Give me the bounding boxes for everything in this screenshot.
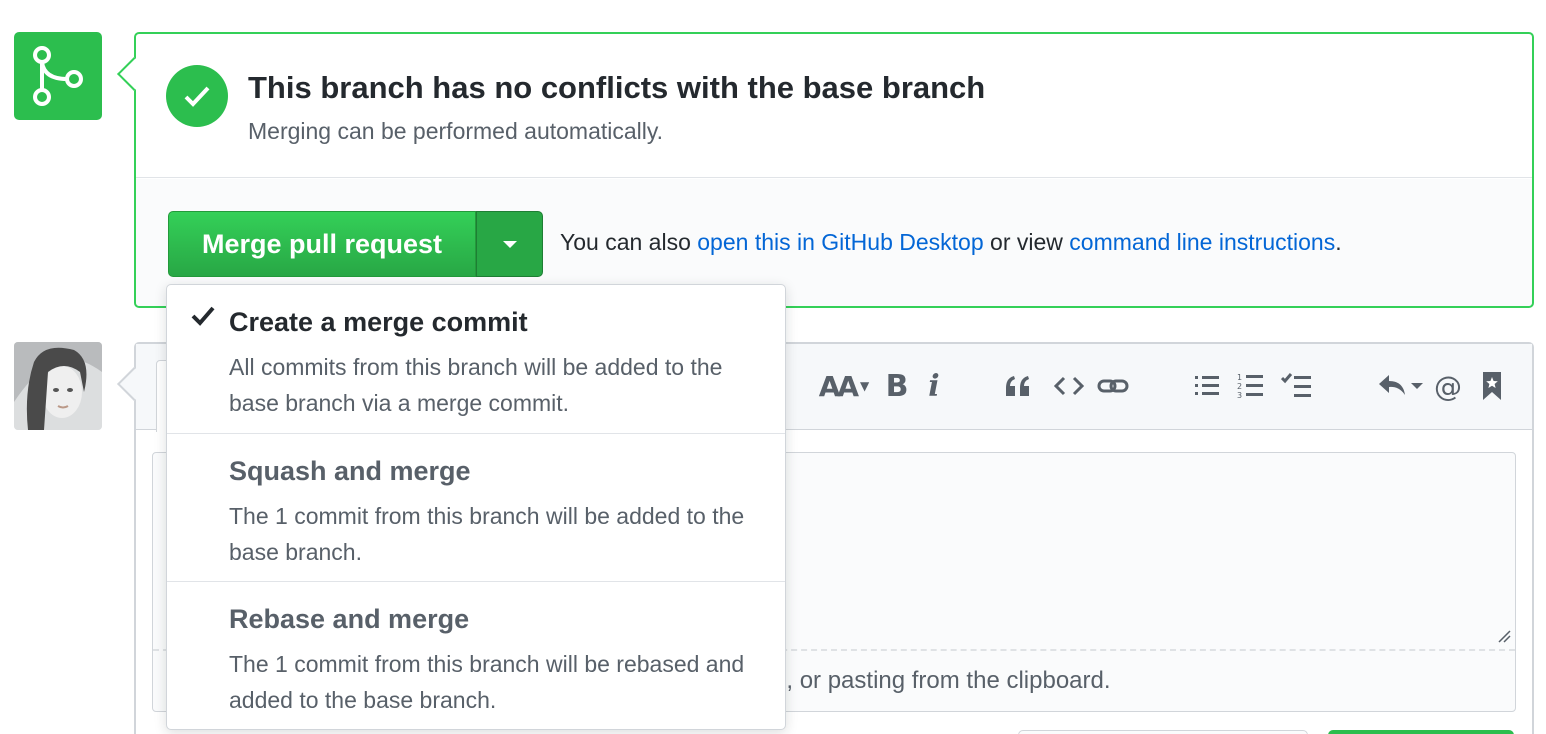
checkmark-icon (191, 306, 215, 326)
check-circle-icon (166, 65, 228, 127)
merge-pull-request-button[interactable]: Merge pull request (168, 211, 476, 277)
menu-item-description: The 1 commit from this branch will be ad… (229, 503, 745, 565)
git-merge-tile (14, 32, 102, 120)
link-icon[interactable] (1096, 364, 1130, 408)
svg-text:1: 1 (1237, 373, 1242, 382)
paste-hint: n, or pasting from the clipboard. (773, 667, 1111, 695)
caret-down-icon (502, 240, 517, 248)
merge-method-dropdown-toggle[interactable] (476, 211, 543, 277)
bold-icon[interactable]: B (882, 364, 912, 408)
text-size-icon[interactable]: AA ▼ (816, 364, 872, 408)
menu-item-title: Rebase and merge (229, 604, 470, 634)
text-size-glyph: AA (818, 369, 859, 403)
menu-item-title: Create a merge commit (229, 307, 528, 337)
helper-suffix: . (1335, 229, 1342, 255)
open-in-desktop-link[interactable]: open this in GitHub Desktop (697, 229, 983, 255)
merge-status-box: This branch has no conflicts with the ba… (117, 32, 1534, 308)
menu-item-squash-and-merge[interactable]: Squash and merge The 1 commit from this … (167, 433, 785, 581)
menu-item-create-merge-commit[interactable]: Create a merge commit All commits from t… (167, 285, 785, 433)
status-top: This branch has no conflicts with the ba… (136, 34, 1532, 178)
menu-item-rebase-and-merge[interactable]: Rebase and merge The 1 commit from this … (167, 581, 785, 729)
quote-icon[interactable] (1002, 364, 1034, 408)
italic-icon[interactable]: i (922, 364, 946, 408)
command-line-instructions-link[interactable]: command line instructions (1069, 229, 1335, 255)
helper-middle: or view (983, 229, 1070, 255)
helper-prefix: You can also (560, 229, 698, 255)
menu-item-title: Squash and merge (229, 456, 471, 486)
resize-grip-icon[interactable] (1497, 629, 1511, 643)
mention-icon[interactable]: @ (1432, 364, 1464, 408)
reply-icon[interactable] (1376, 364, 1424, 408)
ordered-list-icon[interactable]: 123 (1236, 364, 1266, 408)
svg-text:3: 3 (1237, 391, 1242, 400)
bookmark-icon[interactable] (1478, 364, 1506, 408)
status-subtitle: Merging can be performed automatically. (248, 118, 664, 144)
merge-method-menu: Create a merge commit All commits from t… (166, 284, 786, 730)
status-title: This branch has no conflicts with the ba… (248, 70, 986, 105)
git-merge-icon (33, 46, 83, 106)
code-icon[interactable] (1052, 364, 1086, 408)
svg-text:2: 2 (1237, 382, 1242, 391)
task-list-icon[interactable] (1280, 364, 1314, 408)
avatar[interactable] (14, 342, 102, 430)
unordered-list-icon[interactable] (1192, 364, 1222, 408)
comment-button[interactable] (1328, 730, 1514, 734)
close-pull-request-button[interactable] (1018, 730, 1308, 734)
paste-hint-text: , or pasting from the clipboard. (786, 667, 1111, 694)
helper-text: You can also open this in GitHub Desktop… (560, 229, 1342, 256)
menu-item-description: All commits from this branch will be add… (229, 354, 723, 416)
menu-item-description: The 1 commit from this branch will be re… (229, 651, 745, 713)
